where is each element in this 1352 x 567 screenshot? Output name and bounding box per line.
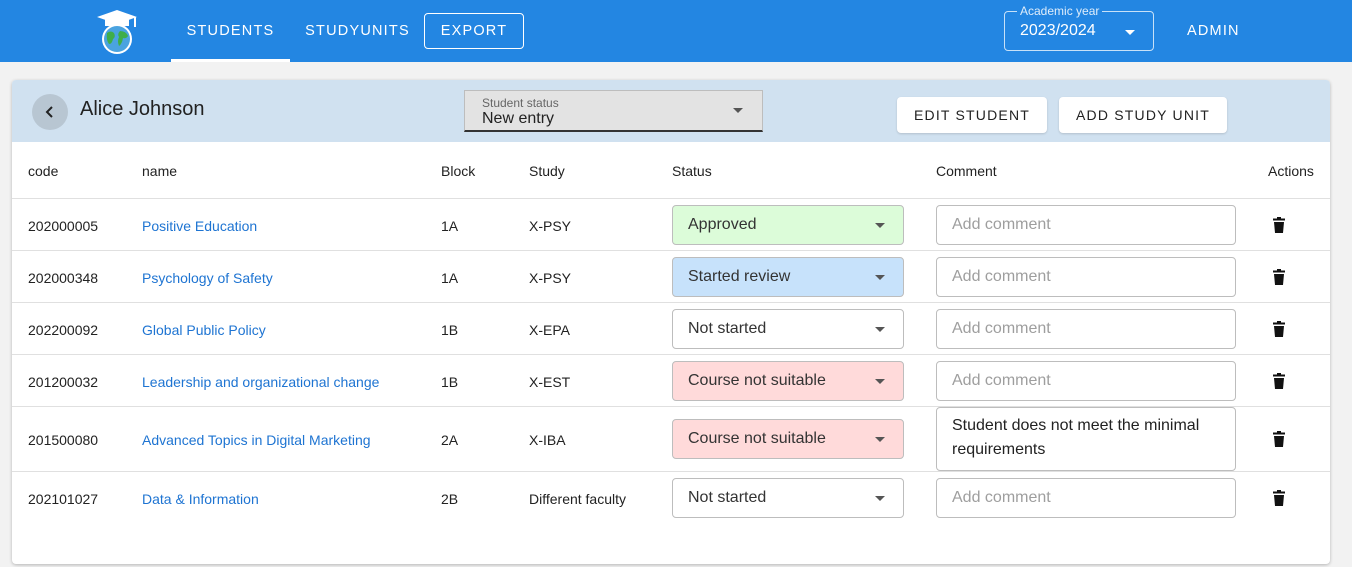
column-header-name: name [142, 163, 178, 179]
tab-students[interactable]: STUDENTS [171, 0, 290, 62]
column-header-block: Block [441, 163, 476, 179]
user-menu-button[interactable]: ADMIN [1187, 0, 1240, 62]
status-select[interactable]: Approved [672, 205, 904, 245]
row-code: 202200092 [28, 322, 99, 338]
column-header-actions: Actions [1268, 163, 1314, 179]
column-header-status: Status [672, 163, 712, 179]
status-value: Course not suitable [688, 430, 826, 447]
student-name: Alice Johnson [80, 98, 205, 120]
edit-student-label: EDIT STUDENT [913, 107, 1031, 123]
status-select[interactable]: Not started [672, 309, 904, 349]
study-unit-link[interactable]: Positive Education [142, 218, 257, 234]
comment-input[interactable] [936, 309, 1236, 349]
trash-icon[interactable] [1272, 490, 1286, 506]
row-study: X-PSY [529, 218, 572, 234]
row-block: 1A [441, 270, 459, 286]
student-card: Alice Johnson Student status New entry E… [12, 80, 1330, 564]
status-value: Not started [688, 320, 767, 337]
student-status-select[interactable]: Student status New entry [464, 90, 763, 132]
status-select[interactable]: Started review [672, 257, 904, 297]
tab-studyunits[interactable]: STUDYUNITS [296, 0, 419, 62]
column-header-comment: Comment [936, 163, 997, 179]
caret-down-icon [875, 437, 885, 442]
row-block: 1B [441, 374, 459, 390]
row-code: 201200032 [28, 374, 99, 390]
edit-student-button[interactable]: EDIT STUDENT [897, 97, 1047, 133]
trash-icon[interactable] [1272, 217, 1286, 233]
caret-down-icon [875, 327, 885, 332]
status-select[interactable]: Course not suitable [672, 419, 904, 459]
status-select[interactable]: Not started [672, 478, 904, 518]
table-row: 202000005 Positive Education 1A X-PSY Ap… [12, 198, 1330, 250]
row-study: Different faculty [529, 491, 627, 507]
caret-down-icon [875, 223, 885, 228]
export-button-label: EXPORT [440, 23, 508, 39]
tab-studyunits-label: STUDYUNITS [305, 23, 410, 39]
chevron-left-icon [45, 106, 53, 118]
student-status-value: New entry [482, 110, 555, 127]
table-row: 202000348 Psychology of Safety 1A X-PSY … [12, 250, 1330, 302]
trash-icon[interactable] [1272, 321, 1286, 337]
academic-year-label: Academic year [1017, 4, 1103, 18]
comment-input[interactable]: Student does not meet the minimal requir… [936, 407, 1236, 471]
study-unit-link[interactable]: Psychology of Safety [142, 270, 273, 286]
caret-down-icon [875, 496, 885, 501]
column-header-code: code [28, 163, 59, 179]
row-study: X-IBA [529, 432, 566, 448]
comment-input[interactable] [936, 478, 1236, 518]
trash-icon[interactable] [1272, 373, 1286, 389]
tab-students-label: STUDENTS [186, 23, 275, 39]
table-row: 201200032 Leadership and organizational … [12, 354, 1330, 406]
study-unit-link[interactable]: Global Public Policy [142, 322, 266, 338]
study-unit-link[interactable]: Advanced Topics in Digital Marketing [142, 432, 371, 448]
status-value: Course not suitable [688, 372, 826, 389]
row-study: X-EPA [529, 322, 570, 338]
row-code: 202000005 [28, 218, 99, 234]
row-code: 202000348 [28, 270, 99, 286]
row-study: X-PSY [529, 270, 572, 286]
academic-year-select[interactable]: Academic year 2023/2024 [1004, 4, 1154, 51]
status-value: Started review [688, 268, 791, 285]
export-button[interactable]: EXPORT [424, 13, 524, 49]
add-study-unit-button[interactable]: ADD STUDY UNIT [1059, 97, 1227, 133]
comment-input[interactable] [936, 361, 1236, 401]
row-code: 201500080 [28, 432, 99, 448]
add-study-unit-label: ADD STUDY UNIT [1076, 107, 1210, 123]
row-study: X-EST [529, 374, 571, 390]
study-unit-link[interactable]: Data & Information [142, 491, 259, 507]
student-header: Alice Johnson Student status New entry E… [12, 80, 1330, 142]
caret-down-icon [733, 108, 743, 113]
row-block: 1A [441, 218, 459, 234]
column-header-study: Study [529, 163, 565, 179]
status-value: Not started [688, 489, 767, 506]
caret-down-icon [875, 379, 885, 384]
caret-down-icon [1125, 30, 1135, 35]
table-row: 202101027 Data & Information 2B Differen… [12, 471, 1330, 525]
trash-icon[interactable] [1272, 431, 1286, 447]
trash-icon[interactable] [1272, 269, 1286, 285]
row-block: 1B [441, 322, 459, 338]
academic-year-value: 2023/2024 [1020, 22, 1096, 39]
row-block: 2B [441, 491, 459, 507]
app-bar: STUDENTS STUDYUNITS EXPORT Academic year… [0, 0, 1352, 62]
student-status-label: Student status [482, 96, 559, 110]
status-select[interactable]: Course not suitable [672, 361, 904, 401]
row-code: 202101027 [28, 491, 99, 507]
row-block: 2A [441, 432, 459, 448]
comment-input[interactable] [936, 205, 1236, 245]
table-row: 202200092 Global Public Policy 1B X-EPA … [12, 302, 1330, 354]
back-button[interactable] [32, 94, 68, 130]
user-label: ADMIN [1187, 23, 1240, 39]
caret-down-icon [875, 275, 885, 280]
status-value: Approved [688, 216, 757, 233]
table-row: 201500080 Advanced Topics in Digital Mar… [12, 406, 1330, 471]
comment-input[interactable] [936, 257, 1236, 297]
study-unit-link[interactable]: Leadership and organizational change [142, 374, 379, 390]
graduation-globe-logo[interactable] [94, 8, 140, 56]
